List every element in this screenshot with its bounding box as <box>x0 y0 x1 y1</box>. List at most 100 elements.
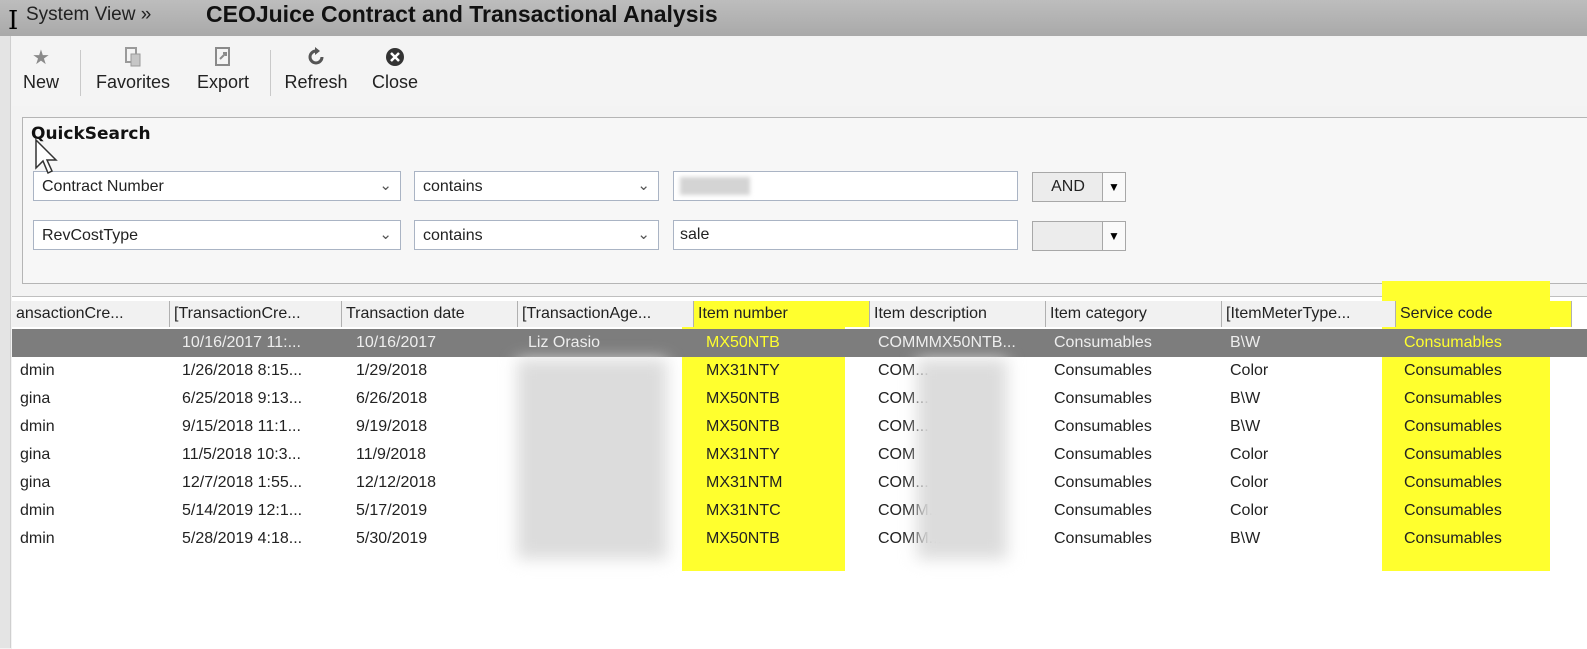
table-cell-category: Consumables <box>1054 474 1152 491</box>
table-cell-user: dmin <box>20 530 55 547</box>
table-cell-date: 10/16/2017 <box>356 334 437 351</box>
table-cell-date: 5/17/2019 <box>356 502 428 519</box>
field-select-value: Contract Number <box>42 178 164 195</box>
quicksearch-panel: QuickSearch Contract Number ⌄ contains ⌄… <box>22 117 1587 284</box>
new-button[interactable]: ★ New <box>18 42 64 102</box>
table-cell-date: 5/30/2019 <box>356 530 428 547</box>
close-label: Close <box>371 72 419 92</box>
table-cell-meter: Color <box>1230 502 1269 519</box>
page-title: CEOJuice Contract and Transactional Anal… <box>206 1 718 27</box>
toolbar-separator <box>270 50 271 96</box>
export-button[interactable]: Export <box>190 42 256 102</box>
table-cell-user: dmin <box>20 502 55 519</box>
column-header[interactable]: [TransactionAge... <box>518 301 694 327</box>
table-row[interactable]: gina 11/5/2018 10:3... 11/9/2018 MX31NTY COM… <box>12 441 1587 469</box>
logic-select-2[interactable] <box>1032 221 1104 251</box>
table-cell-service: Consumables <box>1404 390 1502 407</box>
quicksearch-operator-select-2[interactable]: contains ⌄ <box>414 220 659 250</box>
table-cell-item: MX50NTB <box>706 418 780 435</box>
quicksearch-field-select-2[interactable]: RevCostType ⌄ <box>33 220 401 250</box>
table-cell-date: 9/19/2018 <box>356 418 428 435</box>
table-row[interactable]: 10/16/2017 11:... 10/16/2017 Liz Orasio MX5… <box>12 329 1587 357</box>
close-icon <box>384 42 406 72</box>
breadcrumb-system-view[interactable]: System View » <box>26 4 151 26</box>
table-cell-meter: B\W <box>1230 334 1261 351</box>
table-cell-date: 1/29/2018 <box>356 362 428 379</box>
redacted-area <box>917 359 1007 559</box>
toolbar-separator <box>80 50 81 96</box>
table-cell-user: gina <box>20 474 51 491</box>
quicksearch-value-input-2[interactable]: sale <box>673 220 1018 250</box>
table-row[interactable]: dmin 5/14/2019 12:1... 5/17/2019 MX31NTC COM… <box>12 497 1587 525</box>
column-header-item-number[interactable]: Item number <box>694 301 870 327</box>
table-cell-user <box>20 329 170 357</box>
chevron-down-icon: ⌄ <box>637 177 650 194</box>
table-cell-created: 9/15/2018 11:1... <box>182 418 301 435</box>
refresh-label: Refresh <box>284 72 348 92</box>
table-row[interactable]: gina 12/7/2018 1:55... 12/12/2018 MX31NTM CO… <box>12 469 1587 497</box>
table-cell-meter: B\W <box>1230 418 1261 435</box>
table-cell-category: Consumables <box>1054 334 1152 351</box>
redacted-area <box>517 359 667 559</box>
toolbar: ★ New Favorites Export Refresh Close <box>12 38 1587 106</box>
table-cell-created: 5/14/2019 12:1... <box>182 502 303 519</box>
refresh-button[interactable]: Refresh <box>278 42 354 102</box>
logic-dropdown-2[interactable]: ▼ <box>1102 221 1126 251</box>
column-header[interactable]: [ItemMeterType... <box>1222 301 1396 327</box>
table-cell-desc: COMMMX50NTB... <box>878 334 1016 351</box>
table-cell-item: MX31NTY <box>706 362 780 379</box>
field-select-value: RevCostType <box>42 227 139 244</box>
star-icon: ★ <box>32 46 50 69</box>
table-cell-item: MX50NTB <box>706 334 780 351</box>
favorites-icon <box>123 42 143 72</box>
table-row[interactable]: dmin 9/15/2018 11:1... 9/19/2018 MX50NTB COM… <box>12 413 1587 441</box>
table-cell-service: Consumables <box>1404 362 1502 379</box>
column-header[interactable]: Item description <box>870 301 1046 327</box>
column-header[interactable]: Item category <box>1046 301 1222 327</box>
table-cell-category: Consumables <box>1054 530 1152 547</box>
table-cell-date: 12/12/2018 <box>356 474 437 491</box>
table-cell-category: Consumables <box>1054 502 1152 519</box>
table-cell-user: gina <box>20 390 51 407</box>
table-cell-service: Consumables <box>1404 502 1502 519</box>
quicksearch-operator-select-1[interactable]: contains ⌄ <box>414 171 659 201</box>
table-row[interactable]: dmin 1/26/2018 8:15... 1/29/2018 MX31NTY COM… <box>12 357 1587 385</box>
close-button[interactable]: Close <box>366 42 424 102</box>
table-cell-service: Consumables <box>1404 530 1502 547</box>
table-cell-meter: B\W <box>1230 530 1261 547</box>
redacted-value <box>680 177 750 195</box>
chevron-down-icon: ⌄ <box>637 226 650 243</box>
export-label: Export <box>196 72 250 92</box>
table-cell-created: 12/7/2018 1:55... <box>182 474 303 491</box>
export-icon <box>213 42 233 72</box>
table-cell-created: 6/25/2018 9:13... <box>182 390 303 407</box>
mouse-pointer-icon <box>35 138 58 175</box>
column-header[interactable]: ansactionCre... <box>12 301 170 327</box>
favorites-button[interactable]: Favorites <box>90 42 176 102</box>
results-grid: ansactionCre... [TransactionCre... Trans… <box>12 281 1587 649</box>
chevron-down-icon: ⌄ <box>379 177 392 194</box>
logic-select-1[interactable]: AND <box>1032 172 1104 202</box>
table-cell-service: Consumables <box>1404 334 1502 351</box>
table-cell-item: MX50NTB <box>706 390 780 407</box>
column-header[interactable]: Transaction date <box>342 301 518 327</box>
table-cell-meter: Color <box>1230 474 1269 491</box>
operator-select-value: contains <box>423 227 483 244</box>
table-cell-date: 6/26/2018 <box>356 390 428 407</box>
column-header[interactable]: [TransactionCre... <box>170 301 342 327</box>
table-cell-agent: Liz Orasio <box>528 334 601 351</box>
table-row[interactable]: dmin 5/28/2019 4:18... 5/30/2019 MX50NTB COM… <box>12 525 1587 553</box>
table-cell-user: gina <box>20 446 51 463</box>
table-cell-category: Consumables <box>1054 390 1152 407</box>
chevron-down-icon: ⌄ <box>379 226 392 243</box>
quicksearch-value-input-1[interactable] <box>673 171 1018 201</box>
table-cell-meter: Color <box>1230 446 1269 463</box>
logic-dropdown-1[interactable]: ▼ <box>1102 172 1126 202</box>
table-cell-created: 5/28/2019 4:18... <box>182 530 303 547</box>
quicksearch-field-select-1[interactable]: Contract Number ⌄ <box>33 171 401 201</box>
table-row[interactable]: gina 6/25/2018 9:13... 6/26/2018 MX50NTB COM… <box>12 385 1587 413</box>
column-header-service-code[interactable]: Service code <box>1396 301 1572 327</box>
table-cell-date: 11/9/2018 <box>356 446 426 463</box>
left-border <box>0 36 11 648</box>
table-cell-service: Consumables <box>1404 446 1502 463</box>
